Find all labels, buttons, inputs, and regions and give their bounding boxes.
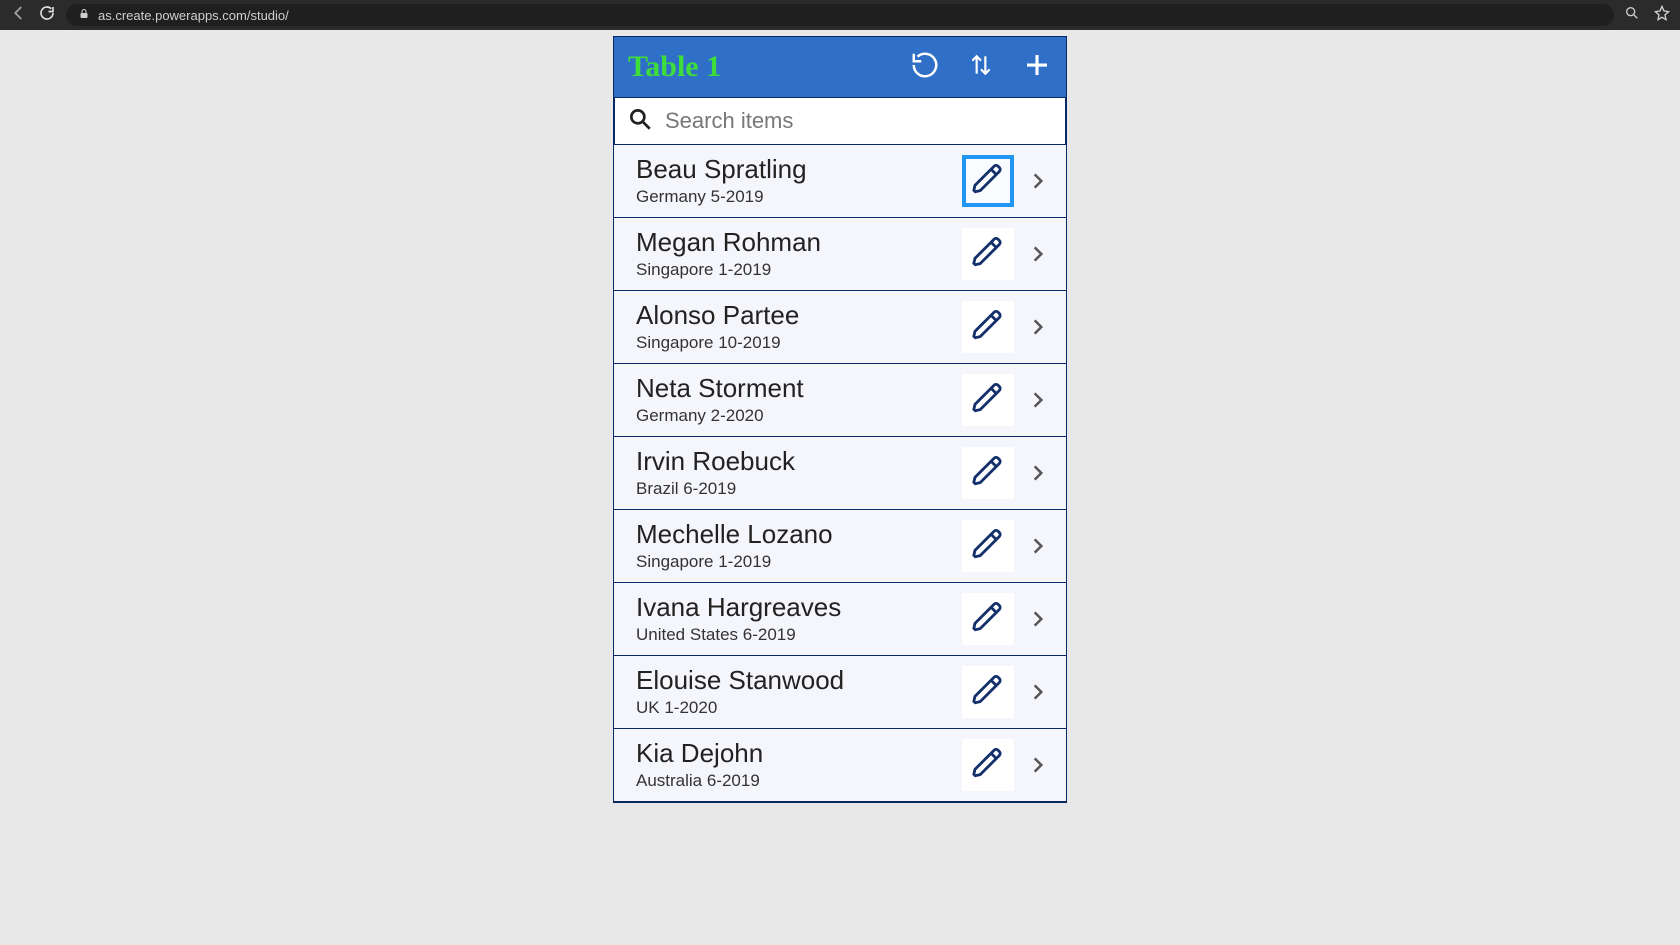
- back-icon[interactable]: [10, 4, 28, 27]
- list-item-title: Beau Spratling: [636, 155, 962, 185]
- edit-button[interactable]: [962, 593, 1014, 645]
- app-header: Table 1: [614, 37, 1066, 97]
- list-item-text: Neta StormentGermany 2-2020: [636, 374, 962, 426]
- canvas-stage: Table 1 Beau SpratlingGermany 5-2019 Mega…: [0, 30, 1680, 803]
- list-item-actions: [962, 228, 1052, 280]
- edit-button[interactable]: [962, 374, 1014, 426]
- list-item[interactable]: Elouise StanwoodUK 1-2020: [614, 656, 1066, 729]
- pencil-icon: [971, 162, 1005, 201]
- list-item-subtitle: UK 1-2020: [636, 698, 962, 718]
- star-icon[interactable]: [1654, 5, 1670, 26]
- list-item-text: Ivana HargreavesUnited States 6-2019: [636, 593, 962, 645]
- list-item-actions: [962, 447, 1052, 499]
- list-item-title: Ivana Hargreaves: [636, 593, 962, 623]
- chrome-right: [1624, 5, 1670, 26]
- search-icon: [627, 106, 653, 137]
- list-item-actions: [962, 155, 1052, 207]
- pencil-icon: [971, 527, 1005, 566]
- list-item[interactable]: Alonso ParteeSingapore 10-2019: [614, 291, 1066, 364]
- list-item[interactable]: Irvin RoebuckBrazil 6-2019: [614, 437, 1066, 510]
- list-item-actions: [962, 593, 1052, 645]
- list-item-subtitle: United States 6-2019: [636, 625, 962, 645]
- search-row: [614, 97, 1066, 145]
- browser-chrome: as.create.powerapps.com/studio/: [0, 0, 1680, 30]
- chevron-right-icon[interactable]: [1024, 751, 1052, 779]
- list-item-title: Elouise Stanwood: [636, 666, 962, 696]
- list-item-subtitle: Germany 5-2019: [636, 187, 962, 207]
- list-item-title: Megan Rohman: [636, 228, 962, 258]
- pencil-icon: [971, 454, 1005, 493]
- chevron-right-icon[interactable]: [1024, 678, 1052, 706]
- edit-button[interactable]: [962, 155, 1014, 207]
- add-icon[interactable]: [1022, 50, 1052, 85]
- list-item-title: Kia Dejohn: [636, 739, 962, 769]
- list-item-text: Kia DejohnAustralia 6-2019: [636, 739, 962, 791]
- list-item-actions: [962, 301, 1052, 353]
- edit-button[interactable]: [962, 447, 1014, 499]
- app-frame: Table 1 Beau SpratlingGermany 5-2019 Mega…: [613, 36, 1067, 803]
- edit-button[interactable]: [962, 520, 1014, 572]
- pencil-icon: [971, 600, 1005, 639]
- list-item-text: Mechelle LozanoSingapore 1-2019: [636, 520, 962, 572]
- list-item[interactable]: Kia DejohnAustralia 6-2019: [614, 729, 1066, 802]
- pencil-icon: [971, 381, 1005, 420]
- chevron-right-icon[interactable]: [1024, 605, 1052, 633]
- list-item-subtitle: Singapore 1-2019: [636, 260, 962, 280]
- list-item[interactable]: Neta StormentGermany 2-2020: [614, 364, 1066, 437]
- refresh-icon[interactable]: [910, 50, 940, 85]
- app-title: Table 1: [628, 50, 910, 84]
- list-item[interactable]: Megan RohmanSingapore 1-2019: [614, 218, 1066, 291]
- list-item-text: Irvin RoebuckBrazil 6-2019: [636, 447, 962, 499]
- edit-button[interactable]: [962, 301, 1014, 353]
- chevron-right-icon[interactable]: [1024, 167, 1052, 195]
- zoom-icon[interactable]: [1624, 5, 1640, 26]
- chevron-right-icon[interactable]: [1024, 459, 1052, 487]
- reload-icon[interactable]: [38, 4, 56, 27]
- list-item-text: Megan RohmanSingapore 1-2019: [636, 228, 962, 280]
- list-item-actions: [962, 374, 1052, 426]
- chevron-right-icon[interactable]: [1024, 386, 1052, 414]
- edit-button[interactable]: [962, 739, 1014, 791]
- list-item[interactable]: Mechelle LozanoSingapore 1-2019: [614, 510, 1066, 583]
- list-item-text: Beau SpratlingGermany 5-2019: [636, 155, 962, 207]
- pencil-icon: [971, 235, 1005, 274]
- list-item-title: Irvin Roebuck: [636, 447, 962, 477]
- address-url: as.create.powerapps.com/studio/: [98, 8, 289, 23]
- search-input[interactable]: [665, 108, 1053, 134]
- lock-icon: [78, 8, 90, 23]
- list-item-subtitle: Germany 2-2020: [636, 406, 962, 426]
- edit-button[interactable]: [962, 228, 1014, 280]
- list-item-title: Neta Storment: [636, 374, 962, 404]
- chevron-right-icon[interactable]: [1024, 532, 1052, 560]
- sort-icon[interactable]: [968, 50, 994, 85]
- address-bar[interactable]: as.create.powerapps.com/studio/: [66, 4, 1614, 26]
- list-item-actions: [962, 666, 1052, 718]
- list-item-subtitle: Brazil 6-2019: [636, 479, 962, 499]
- header-icons: [910, 50, 1052, 85]
- list: Beau SpratlingGermany 5-2019 Megan Rohman…: [614, 145, 1066, 802]
- chevron-right-icon[interactable]: [1024, 313, 1052, 341]
- edit-button[interactable]: [962, 666, 1014, 718]
- pencil-icon: [971, 308, 1005, 347]
- list-item[interactable]: Ivana HargreavesUnited States 6-2019: [614, 583, 1066, 656]
- list-item-subtitle: Singapore 1-2019: [636, 552, 962, 572]
- list-item-subtitle: Australia 6-2019: [636, 771, 962, 791]
- chevron-right-icon[interactable]: [1024, 240, 1052, 268]
- list-item-text: Elouise StanwoodUK 1-2020: [636, 666, 962, 718]
- list-item-text: Alonso ParteeSingapore 10-2019: [636, 301, 962, 353]
- list-item-actions: [962, 739, 1052, 791]
- list-item-title: Alonso Partee: [636, 301, 962, 331]
- list-item-subtitle: Singapore 10-2019: [636, 333, 962, 353]
- pencil-icon: [971, 746, 1005, 785]
- list-item[interactable]: Beau SpratlingGermany 5-2019: [614, 145, 1066, 218]
- list-item-actions: [962, 520, 1052, 572]
- pencil-icon: [971, 673, 1005, 712]
- list-item-title: Mechelle Lozano: [636, 520, 962, 550]
